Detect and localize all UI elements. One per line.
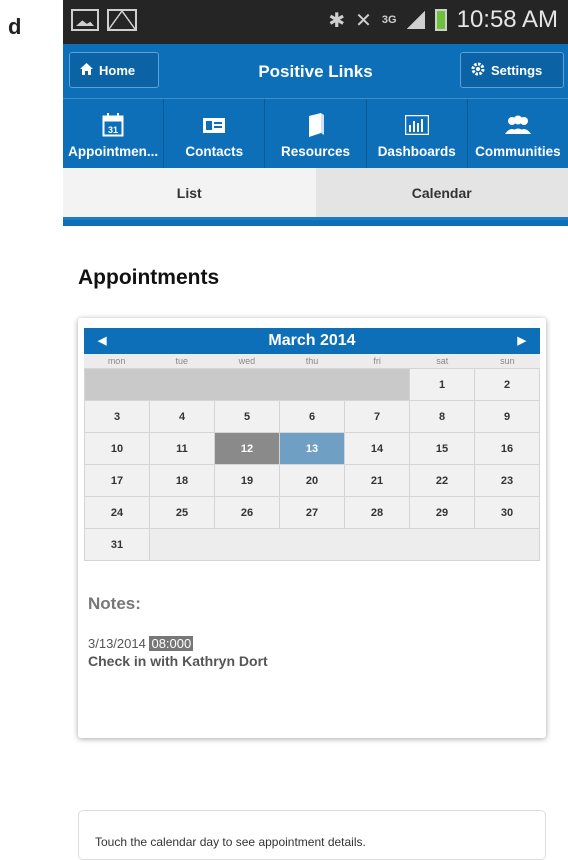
- weekday-label: thu: [279, 354, 344, 368]
- nav-item-resources[interactable]: Resources: [265, 99, 366, 169]
- hint-box: Touch the calendar day to see appointmen…: [78, 810, 546, 860]
- bar-chart-icon: [405, 112, 429, 138]
- calendar-day[interactable]: 18: [150, 465, 214, 496]
- view-tabs: List Calendar: [63, 168, 568, 220]
- calendar-day[interactable]: 30: [475, 497, 539, 528]
- nav-item-dashboards[interactable]: Dashboards: [367, 99, 468, 169]
- nav-item-contacts[interactable]: Contacts: [164, 99, 265, 169]
- contact-card-icon: [203, 112, 225, 138]
- app-header: Home Positive Links Settings: [63, 44, 568, 98]
- month-label: March 2014: [268, 332, 355, 349]
- nav-label-appointments: Appointmen...: [68, 144, 158, 159]
- network-type: 3G: [382, 15, 397, 25]
- calendar-day[interactable]: 20: [280, 465, 344, 496]
- calendar-day[interactable]: 25: [150, 497, 214, 528]
- settings-label: Settings: [491, 63, 542, 78]
- calendar-day[interactable]: 6: [280, 401, 344, 432]
- next-month-arrow-icon[interactable]: ▶: [518, 328, 526, 354]
- calendar-empty-cell: [85, 369, 409, 400]
- calendar-day-selected[interactable]: 12: [215, 433, 279, 464]
- page-title: Appointments: [78, 266, 219, 290]
- calendar-day[interactable]: 22: [410, 465, 474, 496]
- nav-label-communities: Communities: [475, 144, 561, 159]
- image-icon: [71, 9, 99, 31]
- prev-month-arrow-icon[interactable]: ◀: [98, 328, 106, 354]
- nav-label-contacts: Contacts: [185, 144, 243, 159]
- signal-icon: [407, 11, 425, 29]
- weekday-label: sat: [410, 354, 475, 368]
- calendar-day[interactable]: 11: [150, 433, 214, 464]
- nav-item-communities[interactable]: Communities: [468, 99, 568, 169]
- calendar-day[interactable]: 7: [345, 401, 409, 432]
- nav-label-resources: Resources: [281, 144, 350, 159]
- calendar-day[interactable]: 26: [215, 497, 279, 528]
- phone-screen: ✱ ✕ 3G 10:58 AM Home Positive Links Sett…: [63, 0, 568, 226]
- tab-list[interactable]: List: [63, 168, 316, 220]
- calendar-day[interactable]: 14: [345, 433, 409, 464]
- people-icon: [503, 112, 533, 138]
- note-time: 08:000: [149, 636, 193, 651]
- calendar-day[interactable]: 16: [475, 433, 539, 464]
- note-text: Check in with Kathryn Dort: [88, 653, 268, 669]
- calendar-day[interactable]: 3: [85, 401, 149, 432]
- calendar-day[interactable]: 28: [345, 497, 409, 528]
- notes-title: Notes:: [88, 594, 141, 614]
- hint-text: Touch the calendar day to see appointmen…: [95, 835, 366, 849]
- calendar-day[interactable]: 1: [410, 369, 474, 400]
- calendar-icon-text: 31: [108, 125, 118, 135]
- weekday-label: tue: [149, 354, 214, 368]
- calendar-day-selected[interactable]: 13: [280, 433, 344, 464]
- gear-icon: [471, 62, 485, 79]
- calendar-card: ◀ March 2014 ▶ mon tue wed thu fri sat s…: [78, 318, 546, 738]
- calendar-body: mon tue wed thu fri sat sun 1 2 3 4 5 6 …: [84, 354, 540, 561]
- mail-icon: [107, 9, 137, 31]
- calendar-day[interactable]: 23: [475, 465, 539, 496]
- calendar-header: ◀ March 2014 ▶: [84, 328, 540, 354]
- note-datetime: 3/13/2014 08:000: [88, 636, 193, 651]
- calendar-day[interactable]: 8: [410, 401, 474, 432]
- calendar-day[interactable]: 27: [280, 497, 344, 528]
- calendar-day[interactable]: 2: [475, 369, 539, 400]
- weekday-label: fri: [345, 354, 410, 368]
- calendar-day[interactable]: 24: [85, 497, 149, 528]
- weekday-row: mon tue wed thu fri sat sun: [84, 354, 540, 368]
- calendar-day[interactable]: 10: [85, 433, 149, 464]
- nav-item-appointments[interactable]: 31 Appointmen...: [63, 99, 164, 169]
- weekday-label: wed: [214, 354, 279, 368]
- note-date: 3/13/2014: [88, 636, 146, 651]
- calendar-day[interactable]: 31: [85, 529, 149, 560]
- mute-icon: ✕: [355, 8, 372, 33]
- calendar-grid: 1 2 3 4 5 6 7 8 9 10 11 12 13 14 15 16 1…: [84, 368, 540, 561]
- calendar-day[interactable]: 19: [215, 465, 279, 496]
- book-icon: [307, 112, 325, 138]
- status-time: 10:58 AM: [457, 6, 558, 34]
- calendar-day[interactable]: 4: [150, 401, 214, 432]
- main-nav: 31 Appointmen... Contacts Resources Dash…: [63, 98, 568, 169]
- panel-letter: d: [8, 14, 21, 40]
- calendar-day[interactable]: 21: [345, 465, 409, 496]
- nav-label-dashboards: Dashboards: [378, 144, 456, 159]
- calendar-day[interactable]: 5: [215, 401, 279, 432]
- tab-calendar[interactable]: Calendar: [316, 168, 568, 220]
- status-bar: ✱ ✕ 3G 10:58 AM: [63, 0, 568, 44]
- weekday-label: sun: [475, 354, 540, 368]
- settings-button[interactable]: Settings: [460, 52, 564, 88]
- bluetooth-icon: ✱: [328, 8, 345, 33]
- calendar-day[interactable]: 29: [410, 497, 474, 528]
- calendar-day[interactable]: 15: [410, 433, 474, 464]
- calendar-day[interactable]: 9: [475, 401, 539, 432]
- calendar-empty-cell: [150, 529, 539, 560]
- battery-icon: [435, 9, 447, 31]
- weekday-label: mon: [84, 354, 149, 368]
- calendar-icon: 31: [102, 112, 124, 138]
- calendar-day[interactable]: 17: [85, 465, 149, 496]
